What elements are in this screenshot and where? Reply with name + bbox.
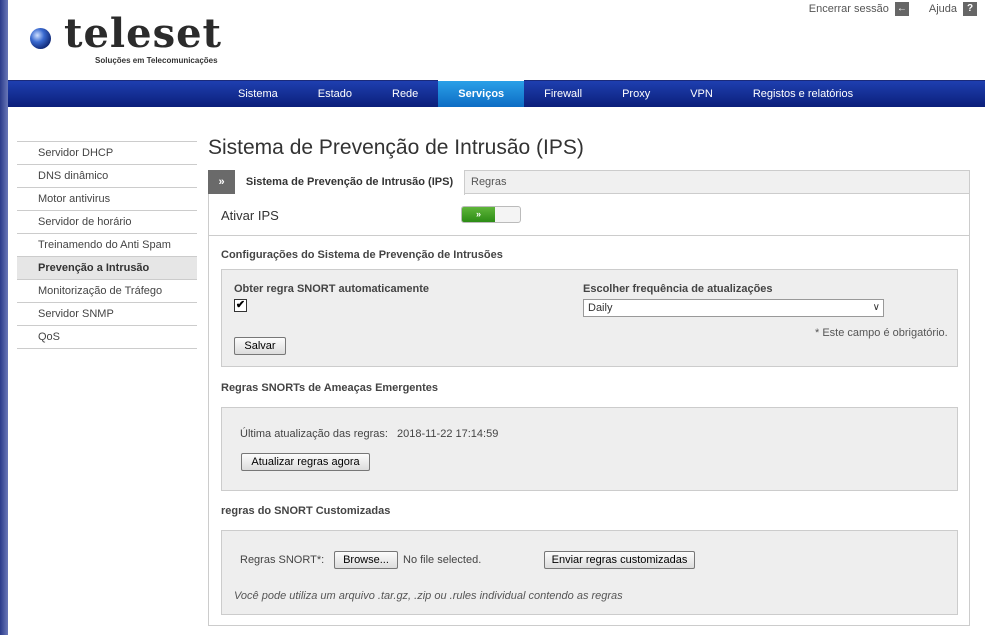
frequency-select[interactable]: Daily ∨: [583, 299, 884, 317]
tab-arrow-icon: »: [208, 170, 235, 194]
brand-name: teleset: [64, 10, 223, 57]
update-rules-button[interactable]: Atualizar regras agora: [241, 453, 370, 471]
auto-rule-checkbox[interactable]: ✔: [234, 299, 247, 312]
last-update-value: 2018-11-22 17:14:59: [397, 428, 499, 440]
sidebar-item-dns[interactable]: DNS dinâmico: [17, 164, 197, 187]
main-nav: Sistema Estado Rede Serviços Firewall Pr…: [8, 79, 985, 107]
sidebar-item-snmp[interactable]: Servidor SNMP: [17, 302, 197, 325]
custom-rules-hint: Você pode utiliza um arquivo .tar.gz, .z…: [234, 590, 623, 602]
custom-section-title: regras do SNORT Customizadas: [221, 505, 391, 517]
sidebar-item-traffic-monitoring[interactable]: Monitorização de Tráfego: [17, 279, 197, 302]
logout-link[interactable]: Encerrar sessão: [809, 3, 889, 15]
brand-tagline: Soluções em Telecomunicações: [95, 56, 218, 65]
nav-servicos[interactable]: Serviços: [438, 79, 525, 107]
emerging-box: [221, 407, 958, 491]
enable-ips-toggle[interactable]: »: [461, 206, 521, 223]
nav-proxy[interactable]: Proxy: [602, 81, 670, 107]
frequency-label: Escolher frequência de atualizações: [583, 283, 773, 295]
chevron-down-icon: ∨: [872, 302, 880, 313]
tab-ips[interactable]: Sistema de Prevenção de Intrusão (IPS): [235, 170, 465, 195]
auto-rule-label: Obter regra SNORT automaticamente: [234, 283, 429, 295]
top-links: Encerrar sessão ← Ajuda ?: [809, 2, 977, 16]
sidebar-item-intrusion-prevention[interactable]: Prevenção a Intrusão: [17, 256, 197, 279]
sidebar-item-qos[interactable]: QoS: [17, 325, 197, 349]
sidebar: Servidor DHCP DNS dinâmico Motor antivir…: [17, 141, 197, 349]
nav-sistema[interactable]: Sistema: [218, 81, 298, 107]
sidebar-item-dhcp[interactable]: Servidor DHCP: [17, 141, 197, 164]
sidebar-item-antispam[interactable]: Treinamendo do Anti Spam: [17, 233, 197, 256]
frequency-value: Daily: [588, 302, 613, 314]
nav-firewall[interactable]: Firewall: [524, 81, 602, 107]
window-left-edge: [0, 0, 8, 635]
tab-bar: » Sistema de Prevenção de Intrusão (IPS)…: [208, 170, 970, 195]
nav-registos[interactable]: Registos e relatórios: [733, 81, 873, 107]
logout-icon[interactable]: ←: [894, 2, 909, 16]
header: teleset Soluções em Telecomunicações Enc…: [8, 0, 985, 80]
nav-vpn[interactable]: VPN: [670, 81, 733, 107]
nav-rede[interactable]: Rede: [372, 81, 438, 107]
toggle-on-indicator: »: [462, 207, 495, 222]
custom-box: [221, 530, 958, 615]
send-custom-rules-button[interactable]: Enviar regras customizadas: [544, 551, 695, 569]
last-update-label: Última atualização das regras:: [240, 428, 388, 440]
emerging-section-title: Regras SNORTs de Ameaças Emergentes: [221, 382, 439, 394]
divider: [209, 235, 969, 236]
nav-estado[interactable]: Estado: [298, 81, 372, 107]
sidebar-item-antivirus[interactable]: Motor antivirus: [17, 187, 197, 210]
browse-button[interactable]: Browse...: [334, 551, 398, 569]
logo-globe-icon: [30, 28, 51, 49]
sidebar-item-time-server[interactable]: Servidor de horário: [17, 210, 197, 233]
enable-ips-label: Ativar IPS: [221, 208, 279, 223]
config-section-title: Configurações do Sistema de Prevenção de…: [221, 249, 503, 261]
save-button[interactable]: Salvar: [234, 337, 286, 355]
page-title: Sistema de Prevenção de Intrusão (IPS): [208, 136, 584, 159]
tab-regras[interactable]: Regras: [471, 170, 506, 194]
required-note: * Este campo é obrigatório.: [815, 327, 948, 339]
help-icon[interactable]: ?: [963, 2, 977, 16]
no-file-text: No file selected.: [403, 554, 482, 566]
snort-file-label: Regras SNORT*:: [240, 554, 325, 566]
help-link[interactable]: Ajuda: [929, 3, 957, 15]
